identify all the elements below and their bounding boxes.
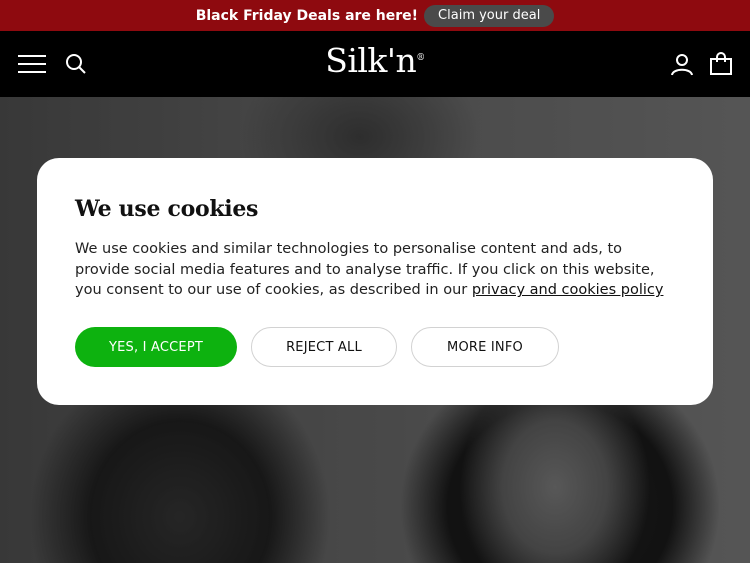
cookie-dialog-body: We use cookies and similar technologies … bbox=[75, 239, 675, 301]
logo-registered-mark: ® bbox=[416, 53, 425, 63]
promo-bar: Black Friday Deals are here! Claim your … bbox=[0, 0, 750, 31]
logo-text: Silk'n bbox=[325, 41, 417, 80]
more-info-button[interactable]: MORE INFO bbox=[411, 327, 559, 367]
cookie-consent-dialog: We use cookies We use cookies and simila… bbox=[37, 158, 713, 405]
reject-all-button[interactable]: REJECT ALL bbox=[251, 327, 397, 367]
privacy-policy-link[interactable]: privacy and cookies policy bbox=[472, 282, 664, 298]
cookie-dialog-title: We use cookies bbox=[75, 196, 259, 222]
claim-deal-button[interactable]: Claim your deal bbox=[424, 4, 555, 27]
site-header: Silk'n® bbox=[0, 31, 750, 97]
cart-icon[interactable] bbox=[707, 51, 735, 77]
account-icon[interactable] bbox=[668, 51, 696, 77]
site-logo[interactable]: Silk'n® bbox=[0, 41, 750, 80]
promo-text: Black Friday Deals are here! bbox=[195, 7, 419, 24]
cookie-actions: YES, I ACCEPT REJECT ALL MORE INFO bbox=[75, 327, 559, 367]
accept-cookies-button[interactable]: YES, I ACCEPT bbox=[75, 327, 237, 367]
